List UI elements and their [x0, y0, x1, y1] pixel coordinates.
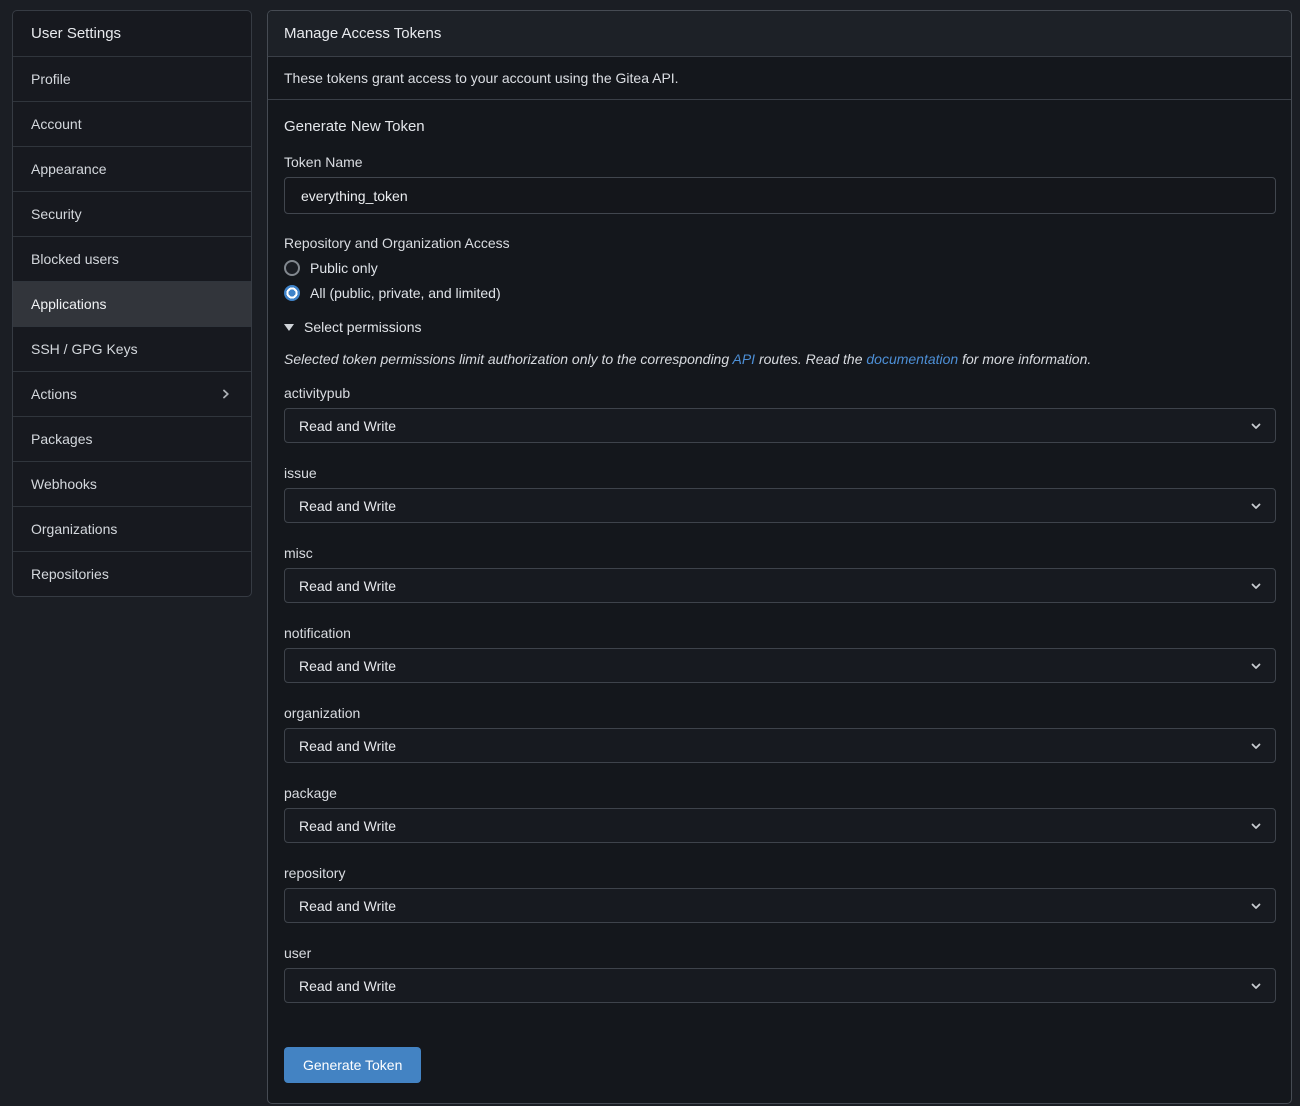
radio-icon [284, 285, 300, 301]
permission-group-package: package Read and Write [284, 785, 1276, 843]
permission-label: misc [284, 545, 1276, 561]
settings-page: User Settings Profile Account Appearance… [0, 0, 1300, 1106]
permission-label: issue [284, 465, 1276, 481]
sidebar-item-profile[interactable]: Profile [13, 56, 251, 101]
manage-tokens-panel: Manage Access Tokens These tokens grant … [267, 10, 1292, 1104]
token-name-input[interactable] [284, 177, 1276, 214]
permission-label: user [284, 945, 1276, 961]
sidebar-item-packages[interactable]: Packages [13, 416, 251, 461]
access-radio-all-public-private-and-limited[interactable]: All (public, private, and limited) [284, 285, 501, 301]
chevron-right-icon [219, 387, 233, 401]
generate-token-button[interactable]: Generate Token [284, 1047, 421, 1083]
sidebar-item-label: Blocked users [31, 251, 119, 267]
select-permissions-label: Select permissions [304, 319, 422, 335]
sidebar-item-blocked-users[interactable]: Blocked users [13, 236, 251, 281]
permissions-note: Selected token permissions limit authori… [284, 351, 1276, 367]
permission-select-organization[interactable]: Read and Write [284, 728, 1276, 763]
settings-sidebar: User Settings Profile Account Appearance… [12, 10, 252, 597]
sidebar-item-label: Packages [31, 431, 92, 447]
permission-select-notification[interactable]: Read and Write [284, 648, 1276, 683]
note-text: for more information. [958, 351, 1091, 367]
sidebar-item-security[interactable]: Security [13, 191, 251, 236]
sidebar-item-label: Appearance [31, 161, 107, 177]
permission-select-misc[interactable]: Read and Write [284, 568, 1276, 603]
sidebar-item-label: Actions [31, 386, 77, 402]
permission-group-notification: notification Read and Write [284, 625, 1276, 683]
permission-label: repository [284, 865, 1276, 881]
sidebar-item-appearance[interactable]: Appearance [13, 146, 251, 191]
sidebar-item-actions[interactable]: Actions [13, 371, 251, 416]
permission-select-repository[interactable]: Read and Write [284, 888, 1276, 923]
triangle-down-icon [284, 324, 294, 331]
sidebar-item-applications[interactable]: Applications [13, 281, 251, 326]
sidebar-item-repositories[interactable]: Repositories [13, 551, 251, 596]
sidebar-item-label: Account [31, 116, 82, 132]
sidebar-title: User Settings [13, 11, 251, 56]
sidebar-item-label: SSH / GPG Keys [31, 341, 138, 357]
sidebar-item-label: Repositories [31, 566, 109, 582]
permission-label: package [284, 785, 1276, 801]
access-scope-label: Repository and Organization Access [284, 235, 1276, 251]
sidebar-item-label: Security [31, 206, 82, 222]
permission-label: organization [284, 705, 1276, 721]
note-text: Selected token permissions limit authori… [284, 351, 733, 367]
permission-group-activitypub: activitypub Read and Write [284, 385, 1276, 443]
page-title: Manage Access Tokens [268, 11, 1291, 57]
permission-group-organization: organization Read and Write [284, 705, 1276, 763]
generate-token-form: Generate New Token Token Name Repository… [268, 100, 1291, 1103]
permission-select-package[interactable]: Read and Write [284, 808, 1276, 843]
sidebar-item-label: Profile [31, 71, 71, 87]
sidebar-items: Profile Account Appearance Security Bloc… [13, 56, 251, 596]
permission-group-user: user Read and Write [284, 945, 1276, 1003]
access-scope-options: Public only All (public, private, and li… [284, 260, 1276, 301]
permission-group-misc: misc Read and Write [284, 545, 1276, 603]
documentation-link[interactable]: documentation [866, 351, 958, 367]
radio-icon [284, 260, 300, 276]
permission-label: notification [284, 625, 1276, 641]
radio-label: Public only [310, 260, 378, 276]
sidebar-item-label: Webhooks [31, 476, 97, 492]
sidebar-item-ssh-gpg-keys[interactable]: SSH / GPG Keys [13, 326, 251, 371]
sidebar-item-webhooks[interactable]: Webhooks [13, 461, 251, 506]
radio-label: All (public, private, and limited) [310, 285, 501, 301]
api-link[interactable]: API [733, 351, 756, 367]
sidebar-item-label: Applications [31, 296, 107, 312]
permission-select-issue[interactable]: Read and Write [284, 488, 1276, 523]
access-radio-public-only[interactable]: Public only [284, 260, 378, 276]
permission-select-activitypub[interactable]: Read and Write [284, 408, 1276, 443]
note-text: routes. Read the [755, 351, 866, 367]
select-permissions-toggle[interactable]: Select permissions [284, 319, 422, 335]
permission-select-user[interactable]: Read and Write [284, 968, 1276, 1003]
sidebar-item-account[interactable]: Account [13, 101, 251, 146]
sidebar-item-label: Organizations [31, 521, 117, 537]
permission-selects: activitypub Read and Write issue Read an… [284, 385, 1276, 1003]
permission-group-repository: repository Read and Write [284, 865, 1276, 923]
sidebar-item-organizations[interactable]: Organizations [13, 506, 251, 551]
token-name-label: Token Name [284, 154, 1276, 170]
permission-group-issue: issue Read and Write [284, 465, 1276, 523]
permission-label: activitypub [284, 385, 1276, 401]
tokens-description: These tokens grant access to your accoun… [268, 57, 1291, 100]
generate-section-title: Generate New Token [284, 118, 1276, 135]
